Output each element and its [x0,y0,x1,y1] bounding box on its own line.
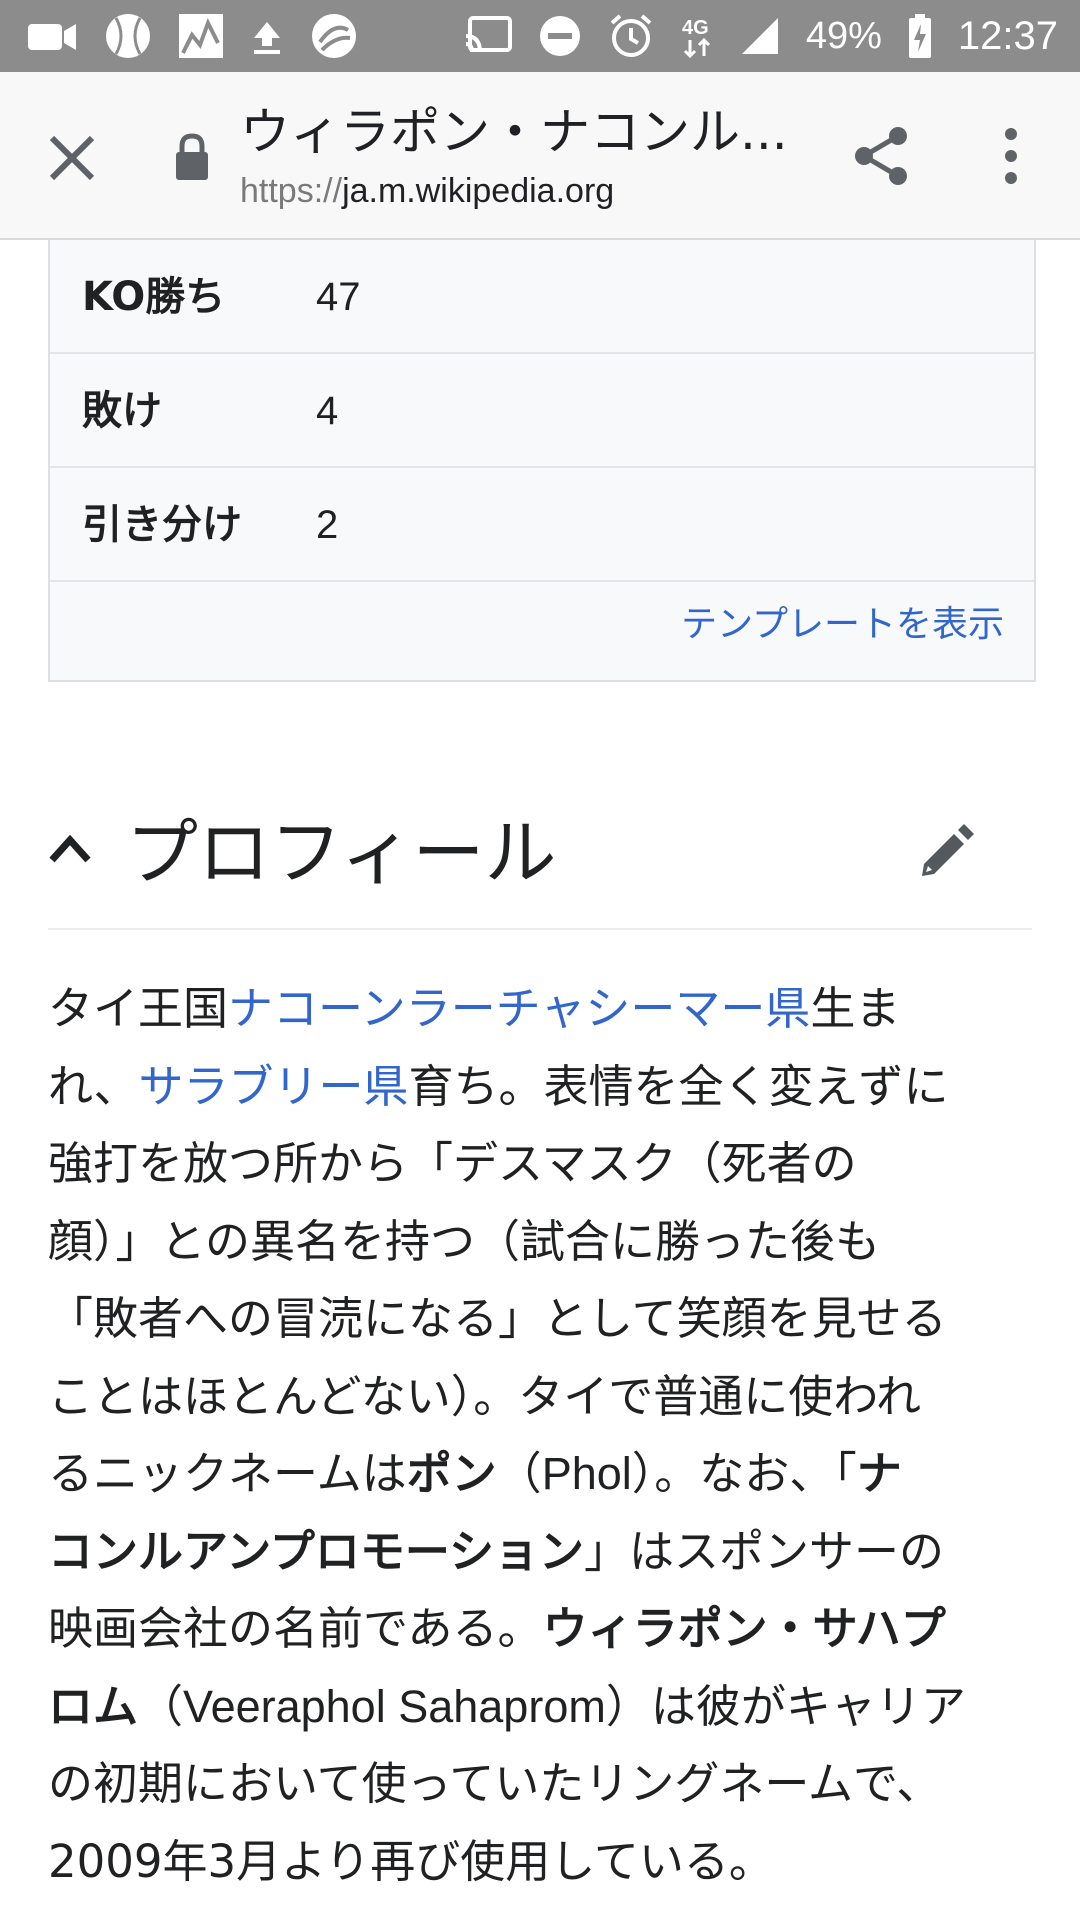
paragraph-line: ことはほとんどない）。タイで普通に使われ [48,1369,922,1423]
text: れ、 [48,1059,139,1113]
bold-text: ナ [856,1447,902,1500]
section-title: プロフィール [126,811,557,895]
text: Veeraphol Sahaprom [183,1680,606,1732]
baseball-icon [104,12,152,60]
paragraph-line: 「敗者への冒涜になる」として笑顔を見せる [48,1292,947,1345]
show-template-link[interactable]: テンプレートを表示 [681,595,1004,647]
link-nakhon-ratchasima[interactable]: ナコーンラーチャシーマー県 [228,982,810,1035]
text: るニックネームは [48,1447,407,1500]
video-icon [28,18,78,54]
alarm-icon [608,13,654,59]
paragraph-line: 映画会社の名前である。ウィラポン・サハプ [48,1590,1032,1668]
profile-paragraph: タイ王国ナコーンラーチャシーマー県生ま れ、サラブリー県育ち。表情を全く変えずに… [48,970,1032,1900]
section-heading-profile[interactable]: プロフィール [48,790,1032,930]
infobox-value: 4 [316,389,339,433]
close-icon[interactable] [44,130,100,186]
url-display[interactable]: https://ja.m.wikipedia.org [240,168,614,214]
status-bar: 4G 49% 12:37 [0,0,1080,72]
infobox-label: 敗け [82,388,162,434]
bold-text: ウィラポン・サハプ [542,1602,946,1655]
paragraph-line: の初期において使っていたリングネームで、 [48,1757,942,1810]
text: （ [138,1679,184,1733]
4g-data-icon: 4G [680,12,714,60]
clock: 12:37 [957,13,1058,58]
paragraph-line: 強打を放つ所から「デスマスク（死者の [48,1137,857,1190]
page-title: ウィラポン・ナコンル... [240,103,788,161]
link-saraburi[interactable]: サラブリー県 [138,1060,408,1113]
url-scheme: https:// [240,172,343,210]
text: タイ王国 [48,982,229,1035]
text: 」はスポンサーの [583,1524,944,1578]
infobox-row-ko-wins: KO勝ち 47 [50,240,1034,354]
text: ）。なお、「 [631,1447,857,1500]
url-host: ja.m.wikipedia.org [342,172,615,210]
infobox-row-draws: 引き分け 2 [50,468,1034,582]
share-icon[interactable] [852,124,912,188]
infobox-value: 2 [316,503,339,547]
browser-toolbar: ウィラポン・ナコンル... https://ja.m.wikipedia.org [0,72,1080,240]
more-options-icon[interactable] [996,124,1026,188]
text: Phol [541,1448,632,1499]
do-not-disturb-icon [538,14,582,58]
chevron-up-icon[interactable] [48,828,92,868]
text: （ [496,1447,542,1500]
upload-icon [250,16,284,56]
text: 生ま [810,982,901,1035]
paragraph-line: 顔）」との異名を持つ（試合に勝った後も [48,1214,881,1268]
paragraph-line: ロム（Veeraphol Sahaprom）は彼がキャリア [48,1668,1032,1746]
cast-icon [464,16,512,56]
infobox-label: 引き分け [82,502,242,548]
battery-icon [908,14,932,58]
svg-text:4G: 4G [682,17,709,39]
paragraph-line: 2009年3月より再び使用している。 [48,1834,774,1888]
paragraph-line: るニックネームはポン（Phol）。なお、「ナ [48,1435,1032,1513]
text: ）は彼がキャリア [605,1679,966,1733]
infobox-value: 47 [316,275,361,319]
infobox: KO勝ち 47 敗け 4 引き分け 2 テンプレートを表示 [48,240,1036,682]
bold-text: ポン [406,1447,497,1500]
app-swirl-icon [310,12,358,60]
text: 映画会社の名前である。 [48,1602,543,1655]
text: 育ち。表情を全く変えずに [408,1059,949,1113]
pencil-edit-icon[interactable] [916,818,978,880]
paragraph-line: れ、サラブリー県育ち。表情を全く変えずに [48,1048,1032,1126]
bold-text: コンルアンプロモーション [48,1524,584,1578]
infobox-row-losses: 敗け 4 [50,354,1034,468]
bold-text: ロム [48,1679,139,1733]
lock-icon[interactable] [172,132,212,182]
paragraph-line: タイ王国ナコーンラーチャシーマー県生ま [48,970,1032,1048]
infobox-label: KO勝ち [82,274,226,320]
stock-chart-icon [178,13,224,59]
battery-percent: 49% [805,14,882,57]
paragraph-line: コンルアンプロモーション」はスポンサーの [48,1513,1032,1591]
signal-icon [740,16,780,56]
